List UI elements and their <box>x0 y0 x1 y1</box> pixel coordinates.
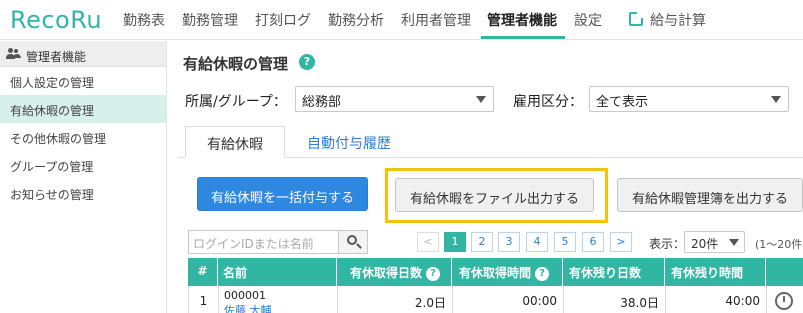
sidebar-item-groups[interactable]: グループの管理 <box>0 151 166 179</box>
group-select-value: 総務部 <box>302 95 342 110</box>
header-index: # <box>188 258 218 286</box>
nav-item-payroll[interactable]: 給与計算 <box>650 10 706 30</box>
nav-item-admin-functions[interactable]: 管理者機能 <box>487 10 557 30</box>
row-taken-hours: 00:00 <box>453 286 564 313</box>
tab-paid-leave[interactable]: 有給休暇 <box>185 126 285 158</box>
header-remaining-days[interactable]: 有休残り日数 <box>563 258 665 286</box>
pagination-page-5[interactable]: 5 <box>554 232 576 252</box>
row-user-name[interactable]: 佐藤 大輔 <box>224 302 272 313</box>
file-export-button[interactable]: 有給休暇をファイル出力する <box>395 178 594 212</box>
pagination-page-2[interactable]: 2 <box>471 232 493 252</box>
row-taken-days: 2.0日 <box>338 286 453 313</box>
table-header: # 名前 有休取得日数? 有休取得時間? 有休残り日数 有休残り時間 <box>188 258 803 286</box>
external-link-icon: ↗ <box>629 10 644 26</box>
pagination-page-3[interactable]: 3 <box>498 232 520 252</box>
employment-filter-label: 雇用区分： <box>513 94 583 110</box>
nav-item-settings[interactable]: 設定 <box>574 10 602 30</box>
header-taken-hours[interactable]: 有休取得時間? <box>452 258 563 286</box>
sidebar-item-personal-settings[interactable]: 個人設定の管理 <box>0 67 166 95</box>
page-title: 有給休暇の管理 <box>183 55 289 73</box>
app-logo[interactable]: RecoRu <box>10 6 102 34</box>
tab-auto-grant-history[interactable]: 自動付与履歴 <box>307 133 391 153</box>
pagination-page-1[interactable]: 1 <box>444 232 466 252</box>
per-page-select[interactable]: 20件 <box>684 231 745 253</box>
row-user-id: 000001 <box>224 289 266 302</box>
help-icon[interactable]: ? <box>535 267 550 281</box>
row-index: 1 <box>189 286 219 313</box>
nav-item-attendance[interactable]: 勤務表 <box>123 10 165 30</box>
sidebar: 管理者機能 個人設定の管理 有給休暇の管理 その他休暇の管理 グループの管理 お… <box>0 41 167 313</box>
per-page-value: 20件 <box>691 237 719 251</box>
help-icon[interactable]: ? <box>299 54 315 70</box>
chevron-down-icon <box>771 96 781 103</box>
nav-item-user-management[interactable]: 利用者管理 <box>401 10 471 30</box>
bulk-grant-button[interactable]: 有給休暇を一括付与する <box>197 177 368 211</box>
help-icon[interactable]: ? <box>426 267 441 281</box>
search-button[interactable] <box>338 230 368 254</box>
pagination-page-6[interactable]: 6 <box>582 232 604 252</box>
header-name[interactable]: 名前 <box>218 258 337 286</box>
nav-item-work-management[interactable]: 勤務管理 <box>182 10 238 30</box>
result-range: (1〜20件 <box>755 238 803 251</box>
sidebar-item-notices[interactable]: お知らせの管理 <box>0 179 166 207</box>
chevron-down-icon <box>476 96 486 103</box>
nav-active-indicator <box>481 36 565 39</box>
nav-item-work-analysis[interactable]: 勤務分析 <box>328 10 384 30</box>
sidebar-item-other-leave[interactable]: その他休暇の管理 <box>0 123 166 151</box>
ledger-export-button[interactable]: 有給休暇管理簿を出力する <box>617 178 803 212</box>
people-icon <box>6 47 22 60</box>
per-page-label: 表示： <box>649 237 686 251</box>
header-actions <box>766 258 803 286</box>
table-row: 1 000001 佐藤 大輔 2.0日 00:00 38.0日 40:00 <box>188 286 803 313</box>
header-remaining-hours[interactable]: 有休残り時間 <box>665 258 766 286</box>
sidebar-header-label: 管理者機能 <box>26 50 87 64</box>
pagination-next[interactable]: > <box>610 232 632 252</box>
nav-item-punch-log[interactable]: 打刻ログ <box>255 10 311 30</box>
pagination-prev[interactable]: < <box>417 232 439 252</box>
employment-select[interactable]: 全て表示 <box>589 86 789 112</box>
top-nav: RecoRu 勤務表 勤務管理 打刻ログ 勤務分析 利用者管理 管理者機能 設定… <box>0 0 803 40</box>
pagination-page-4[interactable]: 4 <box>526 232 548 252</box>
employment-select-value: 全て表示 <box>596 95 649 110</box>
row-remaining-hours: 40:00 <box>666 286 767 313</box>
header-taken-days[interactable]: 有休取得日数? <box>337 258 452 286</box>
search-input[interactable]: ログインIDまたは名前 <box>188 230 338 254</box>
row-remaining-days: 38.0日 <box>564 286 666 313</box>
chevron-down-icon <box>729 239 739 246</box>
sidebar-header: 管理者機能 <box>0 41 166 67</box>
history-icon[interactable] <box>775 292 793 310</box>
sidebar-item-paid-leave[interactable]: 有給休暇の管理 <box>0 95 166 123</box>
group-select[interactable]: 総務部 <box>295 86 494 112</box>
group-filter-label: 所属/グループ： <box>185 94 287 110</box>
